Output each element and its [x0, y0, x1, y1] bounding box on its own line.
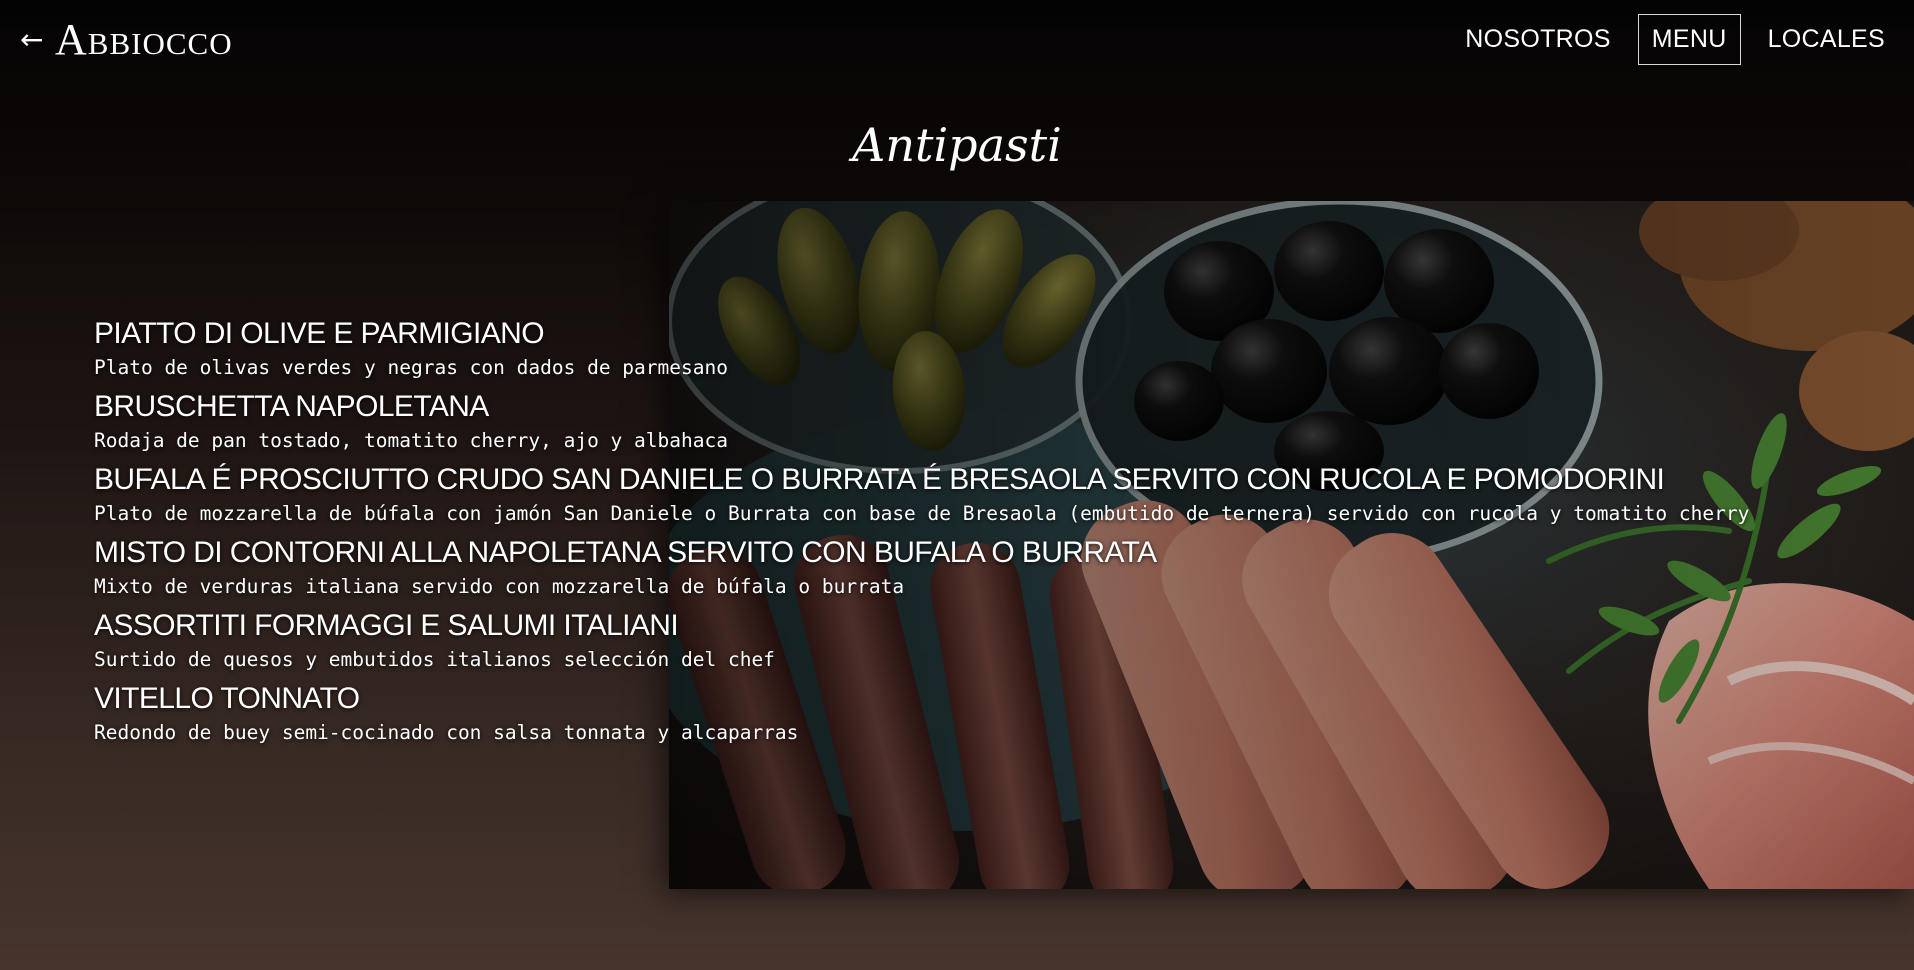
menu-item-description: Rodaja de pan tostado, tomatito cherry, …: [94, 429, 728, 452]
brand-logo[interactable]: Abbiocco: [55, 14, 233, 66]
menu-item-description: Mixto de verduras italiana servido con m…: [94, 575, 905, 598]
menu-item: BUFALA É PROSCIUTTO CRUDO SAN DANIELE O …: [94, 462, 1794, 529]
arrow-left-icon[interactable]: ←: [20, 22, 43, 58]
menu-item: BRUSCHETTA NAPOLETANA Rodaja de pan tost…: [94, 389, 1794, 456]
section-title: Antipasti: [852, 118, 1062, 172]
menu-item-description: Surtido de quesos y embutidos italianos …: [94, 648, 775, 671]
menu-item-description: Plato de mozzarella de búfala con jamón …: [94, 502, 1750, 525]
menu-item-name: BUFALA É PROSCIUTTO CRUDO SAN DANIELE O …: [94, 463, 1665, 496]
menu-item: ASSORTITI FORMAGGI E SALUMI ITALIANI Sur…: [94, 608, 1794, 675]
menu-item-name: ASSORTITI FORMAGGI E SALUMI ITALIANI: [94, 609, 679, 642]
nav-item-locales[interactable]: LOCALES: [1754, 14, 1899, 65]
menu-item-name: VITELLO TONNATO: [94, 682, 360, 715]
main-nav: NOSOTROS MENU LOCALES: [1438, 14, 1899, 65]
menu-item: PIATTO DI OLIVE E PARMIGIANO Plato de ol…: [94, 316, 1794, 383]
menu-item-description: Plato de olivas verdes y negras con dado…: [94, 356, 728, 379]
menu-item: MISTO DI CONTORNI ALLA NAPOLETANA SERVIT…: [94, 535, 1794, 602]
top-header: ← Abbiocco NOSOTROS MENU LOCALES: [0, 0, 1914, 80]
menu-item: VITELLO TONNATO Redondo de buey semi-coc…: [94, 681, 1794, 748]
nav-item-nosotros[interactable]: NOSOTROS: [1451, 14, 1624, 65]
menu-list: PIATTO DI OLIVE E PARMIGIANO Plato de ol…: [94, 316, 1794, 754]
menu-item-name: PIATTO DI OLIVE E PARMIGIANO: [94, 317, 545, 350]
menu-item-description: Redondo de buey semi-cocinado con salsa …: [94, 721, 799, 744]
menu-item-name: BRUSCHETTA NAPOLETANA: [94, 390, 489, 423]
menu-item-name: MISTO DI CONTORNI ALLA NAPOLETANA SERVIT…: [94, 536, 1157, 569]
nav-item-menu[interactable]: MENU: [1637, 14, 1741, 65]
